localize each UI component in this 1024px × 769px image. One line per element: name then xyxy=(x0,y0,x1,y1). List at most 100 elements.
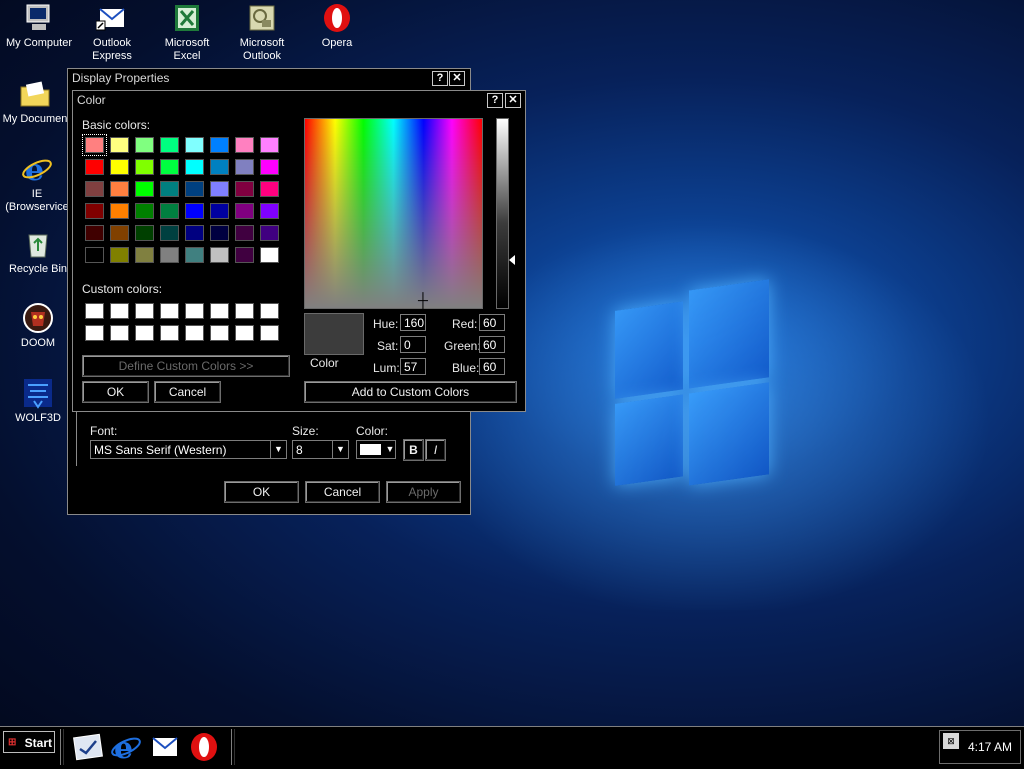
close-button[interactable]: ✕ xyxy=(449,71,465,86)
basic-color-swatch[interactable] xyxy=(185,137,204,153)
quick-launch-ie[interactable]: e xyxy=(110,731,142,766)
basic-color-swatch[interactable] xyxy=(85,203,104,219)
basic-color-swatch[interactable] xyxy=(235,181,254,197)
desktop-icon-ie[interactable]: e IE (Browservice xyxy=(0,153,76,214)
basic-color-swatch[interactable] xyxy=(82,134,107,156)
basic-color-swatch[interactable] xyxy=(260,225,279,241)
lum-input[interactable]: 57 xyxy=(400,358,426,375)
basic-color-swatch[interactable] xyxy=(160,247,179,263)
sat-input[interactable]: 0 xyxy=(400,336,426,353)
ok-button[interactable]: OK xyxy=(82,381,149,403)
network-icon[interactable]: ⊠ xyxy=(943,733,959,749)
basic-color-swatch[interactable] xyxy=(135,225,154,241)
desktop-icon-wolf3d[interactable]: WOLF3D xyxy=(0,377,77,425)
cancel-button[interactable]: Cancel xyxy=(305,481,380,503)
custom-color-swatch[interactable] xyxy=(85,303,104,319)
basic-color-swatch[interactable] xyxy=(135,247,154,263)
custom-color-swatch[interactable] xyxy=(110,325,129,341)
basic-color-swatch[interactable] xyxy=(185,181,204,197)
basic-color-swatch[interactable] xyxy=(160,181,179,197)
apply-button[interactable]: Apply xyxy=(386,481,461,503)
custom-color-swatch[interactable] xyxy=(160,325,179,341)
basic-color-swatch[interactable] xyxy=(85,181,104,197)
custom-color-swatch[interactable] xyxy=(235,325,254,341)
luminance-slider[interactable] xyxy=(496,118,509,309)
custom-color-swatch[interactable] xyxy=(210,303,229,319)
chevron-down-icon[interactable]: ▼ xyxy=(332,441,348,458)
basic-color-swatch[interactable] xyxy=(110,203,129,219)
chevron-down-icon[interactable]: ▼ xyxy=(385,441,395,458)
luminance-pointer-icon[interactable] xyxy=(509,255,515,265)
red-input[interactable]: 60 xyxy=(479,314,505,331)
desktop-icon-outlook-express[interactable]: Outlook Express xyxy=(73,2,151,63)
desktop-icon-opera[interactable]: Opera xyxy=(298,2,376,50)
define-custom-colors-button[interactable]: Define Custom Colors >> xyxy=(82,355,290,377)
basic-color-swatch[interactable] xyxy=(235,159,254,175)
color-spectrum[interactable]: ┼ xyxy=(304,118,483,309)
quick-launch-opera[interactable] xyxy=(188,731,220,763)
blue-input[interactable]: 60 xyxy=(479,358,505,375)
desktop-icon-my-documents[interactable]: My Documen xyxy=(0,78,74,126)
size-select[interactable]: 8 ▼ xyxy=(292,440,349,459)
basic-color-swatch[interactable] xyxy=(235,247,254,263)
custom-color-swatch[interactable] xyxy=(110,303,129,319)
color-select[interactable]: ▼ xyxy=(356,440,396,459)
help-button[interactable]: ? xyxy=(487,93,503,108)
basic-color-swatch[interactable] xyxy=(260,203,279,219)
basic-color-swatch[interactable] xyxy=(110,247,129,263)
cancel-button[interactable]: Cancel xyxy=(154,381,221,403)
hue-input[interactable]: 160 xyxy=(400,314,426,331)
clock[interactable]: 4:17 AM xyxy=(968,740,1012,754)
chevron-down-icon[interactable]: ▼ xyxy=(270,441,286,458)
basic-color-swatch[interactable] xyxy=(135,181,154,197)
italic-button[interactable]: I xyxy=(425,439,446,461)
basic-color-swatch[interactable] xyxy=(160,159,179,175)
basic-color-swatch[interactable] xyxy=(135,159,154,175)
basic-color-swatch[interactable] xyxy=(235,137,254,153)
desktop-icon-outlook[interactable]: Microsoft Outlook xyxy=(223,2,301,63)
add-to-custom-colors-button[interactable]: Add to Custom Colors xyxy=(304,381,517,403)
basic-color-swatch[interactable] xyxy=(235,225,254,241)
basic-color-swatch[interactable] xyxy=(260,181,279,197)
basic-color-swatch[interactable] xyxy=(135,203,154,219)
ok-button[interactable]: OK xyxy=(224,481,299,503)
basic-color-swatch[interactable] xyxy=(260,137,279,153)
basic-color-swatch[interactable] xyxy=(160,137,179,153)
desktop-icon-doom[interactable]: DOOM xyxy=(0,302,77,350)
basic-color-swatch[interactable] xyxy=(110,137,129,153)
color-dialog-titlebar[interactable]: Color ? ✕ xyxy=(73,91,525,109)
basic-color-swatch[interactable] xyxy=(85,247,104,263)
custom-color-swatch[interactable] xyxy=(260,325,279,341)
custom-color-swatch[interactable] xyxy=(160,303,179,319)
desktop-icon-recycle-bin[interactable]: Recycle Bin xyxy=(0,228,77,276)
custom-color-swatch[interactable] xyxy=(235,303,254,319)
basic-color-swatch[interactable] xyxy=(210,225,229,241)
basic-color-swatch[interactable] xyxy=(185,247,204,263)
bold-button[interactable]: B xyxy=(403,439,424,461)
basic-color-swatch[interactable] xyxy=(260,247,279,263)
quick-launch-outlook-express[interactable] xyxy=(149,731,181,763)
basic-color-swatch[interactable] xyxy=(160,203,179,219)
help-button[interactable]: ? xyxy=(432,71,448,86)
desktop-icon-excel[interactable]: Microsoft Excel xyxy=(148,2,226,63)
basic-color-swatch[interactable] xyxy=(185,203,204,219)
basic-color-swatch[interactable] xyxy=(135,137,154,153)
basic-color-swatch[interactable] xyxy=(210,159,229,175)
basic-color-swatch[interactable] xyxy=(110,159,129,175)
basic-color-swatch[interactable] xyxy=(110,225,129,241)
custom-color-swatch[interactable] xyxy=(135,325,154,341)
custom-color-swatch[interactable] xyxy=(135,303,154,319)
green-input[interactable]: 60 xyxy=(479,336,505,353)
desktop-icon-my-computer[interactable]: My Computer xyxy=(0,2,78,50)
basic-color-swatch[interactable] xyxy=(235,203,254,219)
basic-color-swatch[interactable] xyxy=(85,159,104,175)
basic-color-swatch[interactable] xyxy=(185,225,204,241)
custom-color-swatch[interactable] xyxy=(85,325,104,341)
font-select[interactable]: MS Sans Serif (Western) ▼ xyxy=(90,440,287,459)
custom-color-swatch[interactable] xyxy=(210,325,229,341)
basic-color-swatch[interactable] xyxy=(185,159,204,175)
basic-color-swatch[interactable] xyxy=(260,159,279,175)
basic-color-swatch[interactable] xyxy=(210,203,229,219)
display-properties-titlebar[interactable]: Display Properties ? ✕ xyxy=(68,69,470,87)
basic-color-swatch[interactable] xyxy=(85,225,104,241)
